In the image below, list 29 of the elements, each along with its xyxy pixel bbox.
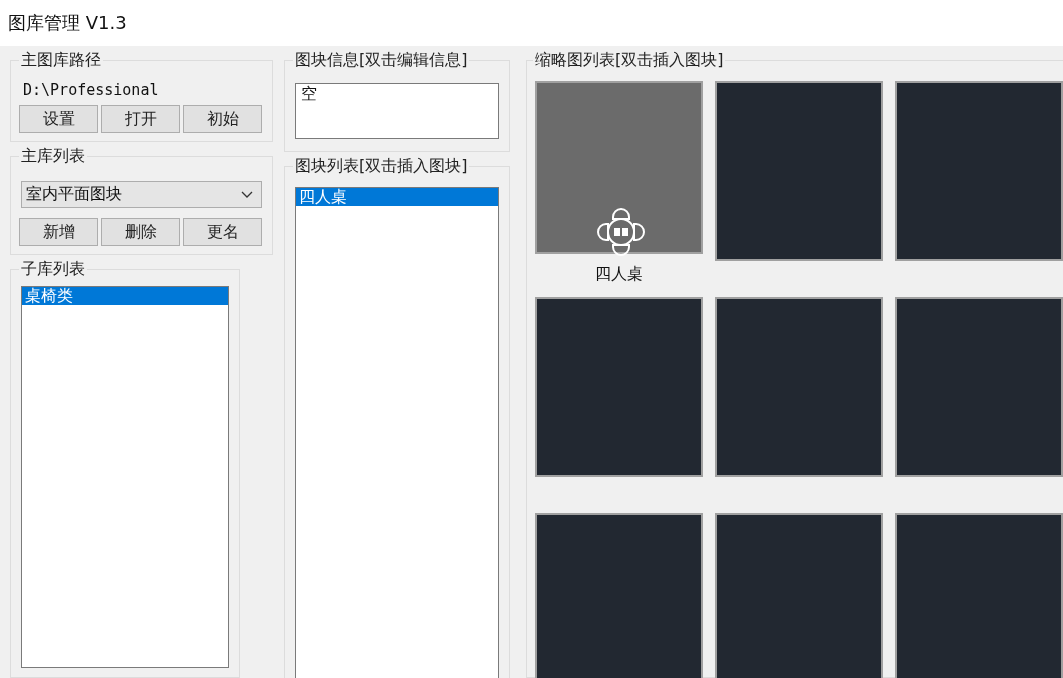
thumbnail[interactable] — [715, 297, 883, 477]
thumbnail[interactable] — [535, 513, 703, 678]
list-item[interactable]: 桌椅类 — [22, 287, 228, 305]
group-title: 子库列表 — [20, 259, 86, 280]
library-dropdown[interactable]: 室内平面图块 — [21, 181, 262, 208]
group-title: 主图库路径 — [20, 50, 102, 71]
thumbnail[interactable] — [715, 81, 883, 261]
path-text: D:\Professional — [22, 80, 160, 101]
list-item[interactable]: 四人桌 — [296, 188, 498, 206]
thumbnail[interactable] — [895, 81, 1063, 261]
action-button[interactable]: 更名 — [183, 218, 262, 246]
action-button[interactable]: 打开 — [101, 105, 180, 133]
thumbnail-label: 四人桌 — [595, 264, 643, 285]
thumbnail[interactable] — [535, 297, 703, 477]
thumbnail[interactable] — [535, 81, 703, 254]
action-button[interactable]: 新增 — [19, 218, 98, 246]
thumbnail[interactable] — [715, 513, 883, 678]
group-title: 图块信息[双击编辑信息] — [294, 50, 469, 71]
action-button[interactable]: 删除 — [101, 218, 180, 246]
group-title: 图块列表[双击插入图块] — [294, 156, 469, 177]
thumbnail[interactable] — [895, 297, 1063, 477]
caret-icon — [241, 190, 253, 199]
action-button[interactable]: 设置 — [19, 105, 98, 133]
group-title: 缩略图列表[双击插入图块] — [534, 50, 725, 71]
group-title: 主库列表 — [20, 146, 86, 167]
action-button[interactable]: 初始 — [183, 105, 262, 133]
thumbnail[interactable] — [895, 513, 1063, 678]
window-title: 图库管理 V1.3 — [8, 11, 127, 35]
info-field[interactable]: 空 — [295, 83, 499, 139]
